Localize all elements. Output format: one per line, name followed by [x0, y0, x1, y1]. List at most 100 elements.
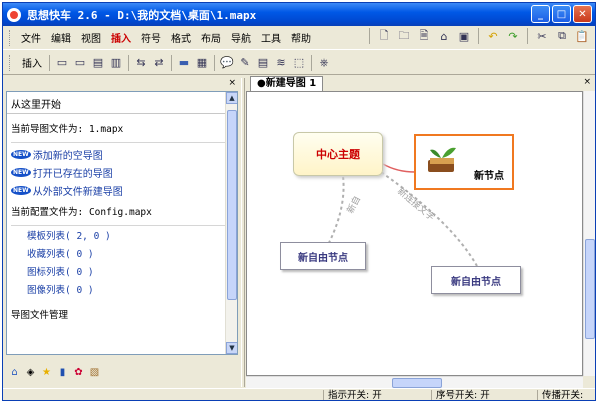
menu-insert[interactable]: 插入 — [106, 28, 136, 47]
minimize-button[interactable]: _ — [531, 5, 550, 23]
current-map-label: 当前导图文件为: 1.mapx — [11, 124, 124, 135]
tab-new-map-1[interactable]: ●新建导图 1 — [250, 76, 324, 91]
app-logo-icon — [7, 7, 21, 22]
separator — [527, 28, 528, 44]
grip-handle[interactable] — [9, 29, 12, 46]
separator — [311, 54, 312, 71]
template-list-link[interactable]: 模板列表( 2, 0 ) — [7, 228, 237, 246]
menu-help[interactable]: 帮助 — [286, 28, 316, 47]
panel-scrollbar[interactable]: ▲ ▼ — [225, 92, 237, 354]
panel-title: 从这里开始 — [7, 92, 237, 114]
panel-body: 从这里开始 当前导图文件为: 1.mapx NEW 添加新的空导图 NEW 打开已存… — [6, 91, 238, 355]
scroll-thumb[interactable] — [227, 110, 237, 300]
menu-bar: 文件 编辑 视图 插入 符号 格式 布局 导航 工具 帮助 🗋 🗀 🗎 ⌂ ▣ … — [3, 26, 595, 50]
free-node-icon[interactable]: ▬ — [175, 54, 193, 72]
window-title: 思想快车 2.6 - D:\我的文档\桌面\1.mapx — [27, 8, 257, 22]
status-bar: 指示开关: 开 序号开关: 开 传播开关: — [3, 388, 595, 400]
new-doc-icon[interactable]: 🗎 — [415, 27, 433, 45]
callout-icon[interactable]: 💬 — [218, 54, 236, 72]
palette-icon[interactable]: ✿ — [72, 366, 85, 379]
icon-list-link[interactable]: 图标列表( 0 ) — [7, 264, 237, 282]
star-icon[interactable]: ★ — [40, 366, 53, 379]
free-node-2[interactable]: 新自由节点 — [431, 266, 521, 294]
note-icon[interactable]: ✎ — [236, 54, 254, 72]
boundary-icon[interactable]: ≋ — [272, 54, 290, 72]
attach-icon[interactable]: ⎈ — [315, 54, 333, 72]
canvas-hscroll-thumb[interactable] — [392, 378, 442, 388]
scroll-up-icon[interactable]: ▲ — [226, 92, 237, 104]
new-node[interactable]: 新节点 — [414, 134, 514, 190]
redo-icon[interactable]: ↷ — [504, 27, 522, 45]
menu-edit[interactable]: 编辑 — [46, 28, 76, 47]
image-node-icon[interactable]: ▦ — [193, 54, 211, 72]
insert-toolbar: 插入 ▭ ▭ ▤ ▥ ⇆ ⇄ ▬ ▦ 💬 ✎ ▤ ≋ ⬚ ⎈ — [3, 51, 595, 75]
chart-icon[interactable]: ▤ — [254, 54, 272, 72]
book-plant-icon — [428, 147, 456, 172]
menu-symbol[interactable]: 符号 — [136, 28, 166, 47]
separator — [478, 28, 479, 44]
menu-layout[interactable]: 布局 — [196, 28, 226, 47]
status-sequence: 序号开关: 开 — [431, 390, 490, 400]
home-icon[interactable]: ⌂ — [8, 366, 21, 379]
link-right-icon[interactable]: ⇄ — [150, 54, 168, 72]
panel-tab-icons: ⌂ ◈ ★ ▮ ✿ ▧ — [8, 366, 101, 379]
tab-close-icon[interactable]: × — [583, 77, 591, 87]
status-indicator: 指示开关: 开 — [323, 390, 382, 400]
menu-view[interactable]: 视图 — [76, 28, 106, 47]
tag-icon[interactable]: ◈ — [24, 366, 37, 379]
link-label: 添加新的空导图 — [32, 150, 103, 162]
undo-icon[interactable]: ↶ — [484, 27, 502, 45]
open-icon[interactable]: ⌂ — [435, 27, 453, 45]
favorites-list-link[interactable]: 收藏列表( 0 ) — [7, 246, 237, 264]
menu-format[interactable]: 格式 — [166, 28, 196, 47]
insert-child-icon[interactable]: ▭ — [71, 54, 89, 72]
link-left-icon[interactable]: ⇆ — [132, 54, 150, 72]
free-node-1[interactable]: 新自由节点 — [280, 242, 366, 270]
status-broadcast: 传播开关: — [537, 390, 583, 400]
connector-label-2[interactable]: 新连接文字 — [395, 185, 437, 223]
app-window: 思想快车 2.6 - D:\我的文档\桌面\1.mapx _ □ ✕ 文件 编辑… — [2, 2, 596, 401]
canvas-vscrollbar[interactable] — [583, 91, 595, 376]
map-file-manage-label: 导图文件管理 — [11, 310, 69, 321]
save-icon[interactable]: ▣ — [455, 27, 473, 45]
select-icon[interactable]: ⬚ — [290, 54, 308, 72]
canvas-vscroll-thumb[interactable] — [585, 239, 595, 339]
menu-tools[interactable]: 工具 — [256, 28, 286, 47]
book-icon[interactable]: ▮ — [56, 366, 69, 379]
connector-label-1[interactable]: 新自 — [344, 194, 363, 216]
cut-icon[interactable]: ✂ — [533, 27, 551, 45]
new-file-icon[interactable]: 🗋 — [375, 27, 393, 45]
new-from-external-link[interactable]: NEW 从外部文件新建导图 — [7, 181, 237, 199]
panel-splitter[interactable] — [241, 78, 245, 387]
add-new-map-link[interactable]: NEW 添加新的空导图 — [7, 145, 237, 163]
copy-icon[interactable]: ⧉ — [553, 27, 571, 45]
image-icon[interactable]: ▧ — [88, 366, 101, 379]
separator — [171, 54, 172, 71]
close-button[interactable]: ✕ — [573, 5, 592, 23]
separator — [128, 54, 129, 71]
canvas-hscrollbar[interactable] — [246, 376, 583, 388]
title-bar[interactable]: 思想快车 2.6 - D:\我的文档\桌面\1.mapx _ □ ✕ — [3, 3, 595, 26]
paste-icon[interactable]: 📋 — [573, 27, 591, 45]
insert-button[interactable]: 插入 — [18, 53, 46, 72]
link-label: 从外部文件新建导图 — [32, 186, 123, 198]
current-config-label: 当前配置文件为: Config.mapx — [11, 207, 152, 218]
grip-handle[interactable] — [9, 54, 12, 71]
divider — [11, 225, 233, 226]
image-list-link[interactable]: 图像列表( 0 ) — [7, 282, 237, 300]
separator — [369, 28, 370, 44]
menu-navigate[interactable]: 导航 — [226, 28, 256, 47]
menu-file[interactable]: 文件 — [16, 28, 46, 47]
insert-sibling-icon[interactable]: ▭ — [53, 54, 71, 72]
open-folder-icon[interactable]: 🗀 — [395, 27, 413, 45]
panel-close-icon[interactable]: × — [228, 78, 236, 92]
insert-above-icon[interactable]: ▤ — [89, 54, 107, 72]
link-label: 打开已存在的导图 — [32, 168, 113, 180]
central-topic-node[interactable]: 中心主题 — [293, 132, 383, 176]
insert-below-icon[interactable]: ▥ — [107, 54, 125, 72]
open-existing-map-link[interactable]: NEW 打开已存在的导图 — [7, 163, 237, 181]
divider — [11, 142, 233, 143]
maximize-button[interactable]: □ — [552, 5, 571, 23]
mindmap-canvas[interactable]: 新自 新连接文字 中心主题 新节点 新自由节点 新自由节点 — [246, 91, 583, 376]
scroll-down-icon[interactable]: ▼ — [226, 342, 237, 354]
